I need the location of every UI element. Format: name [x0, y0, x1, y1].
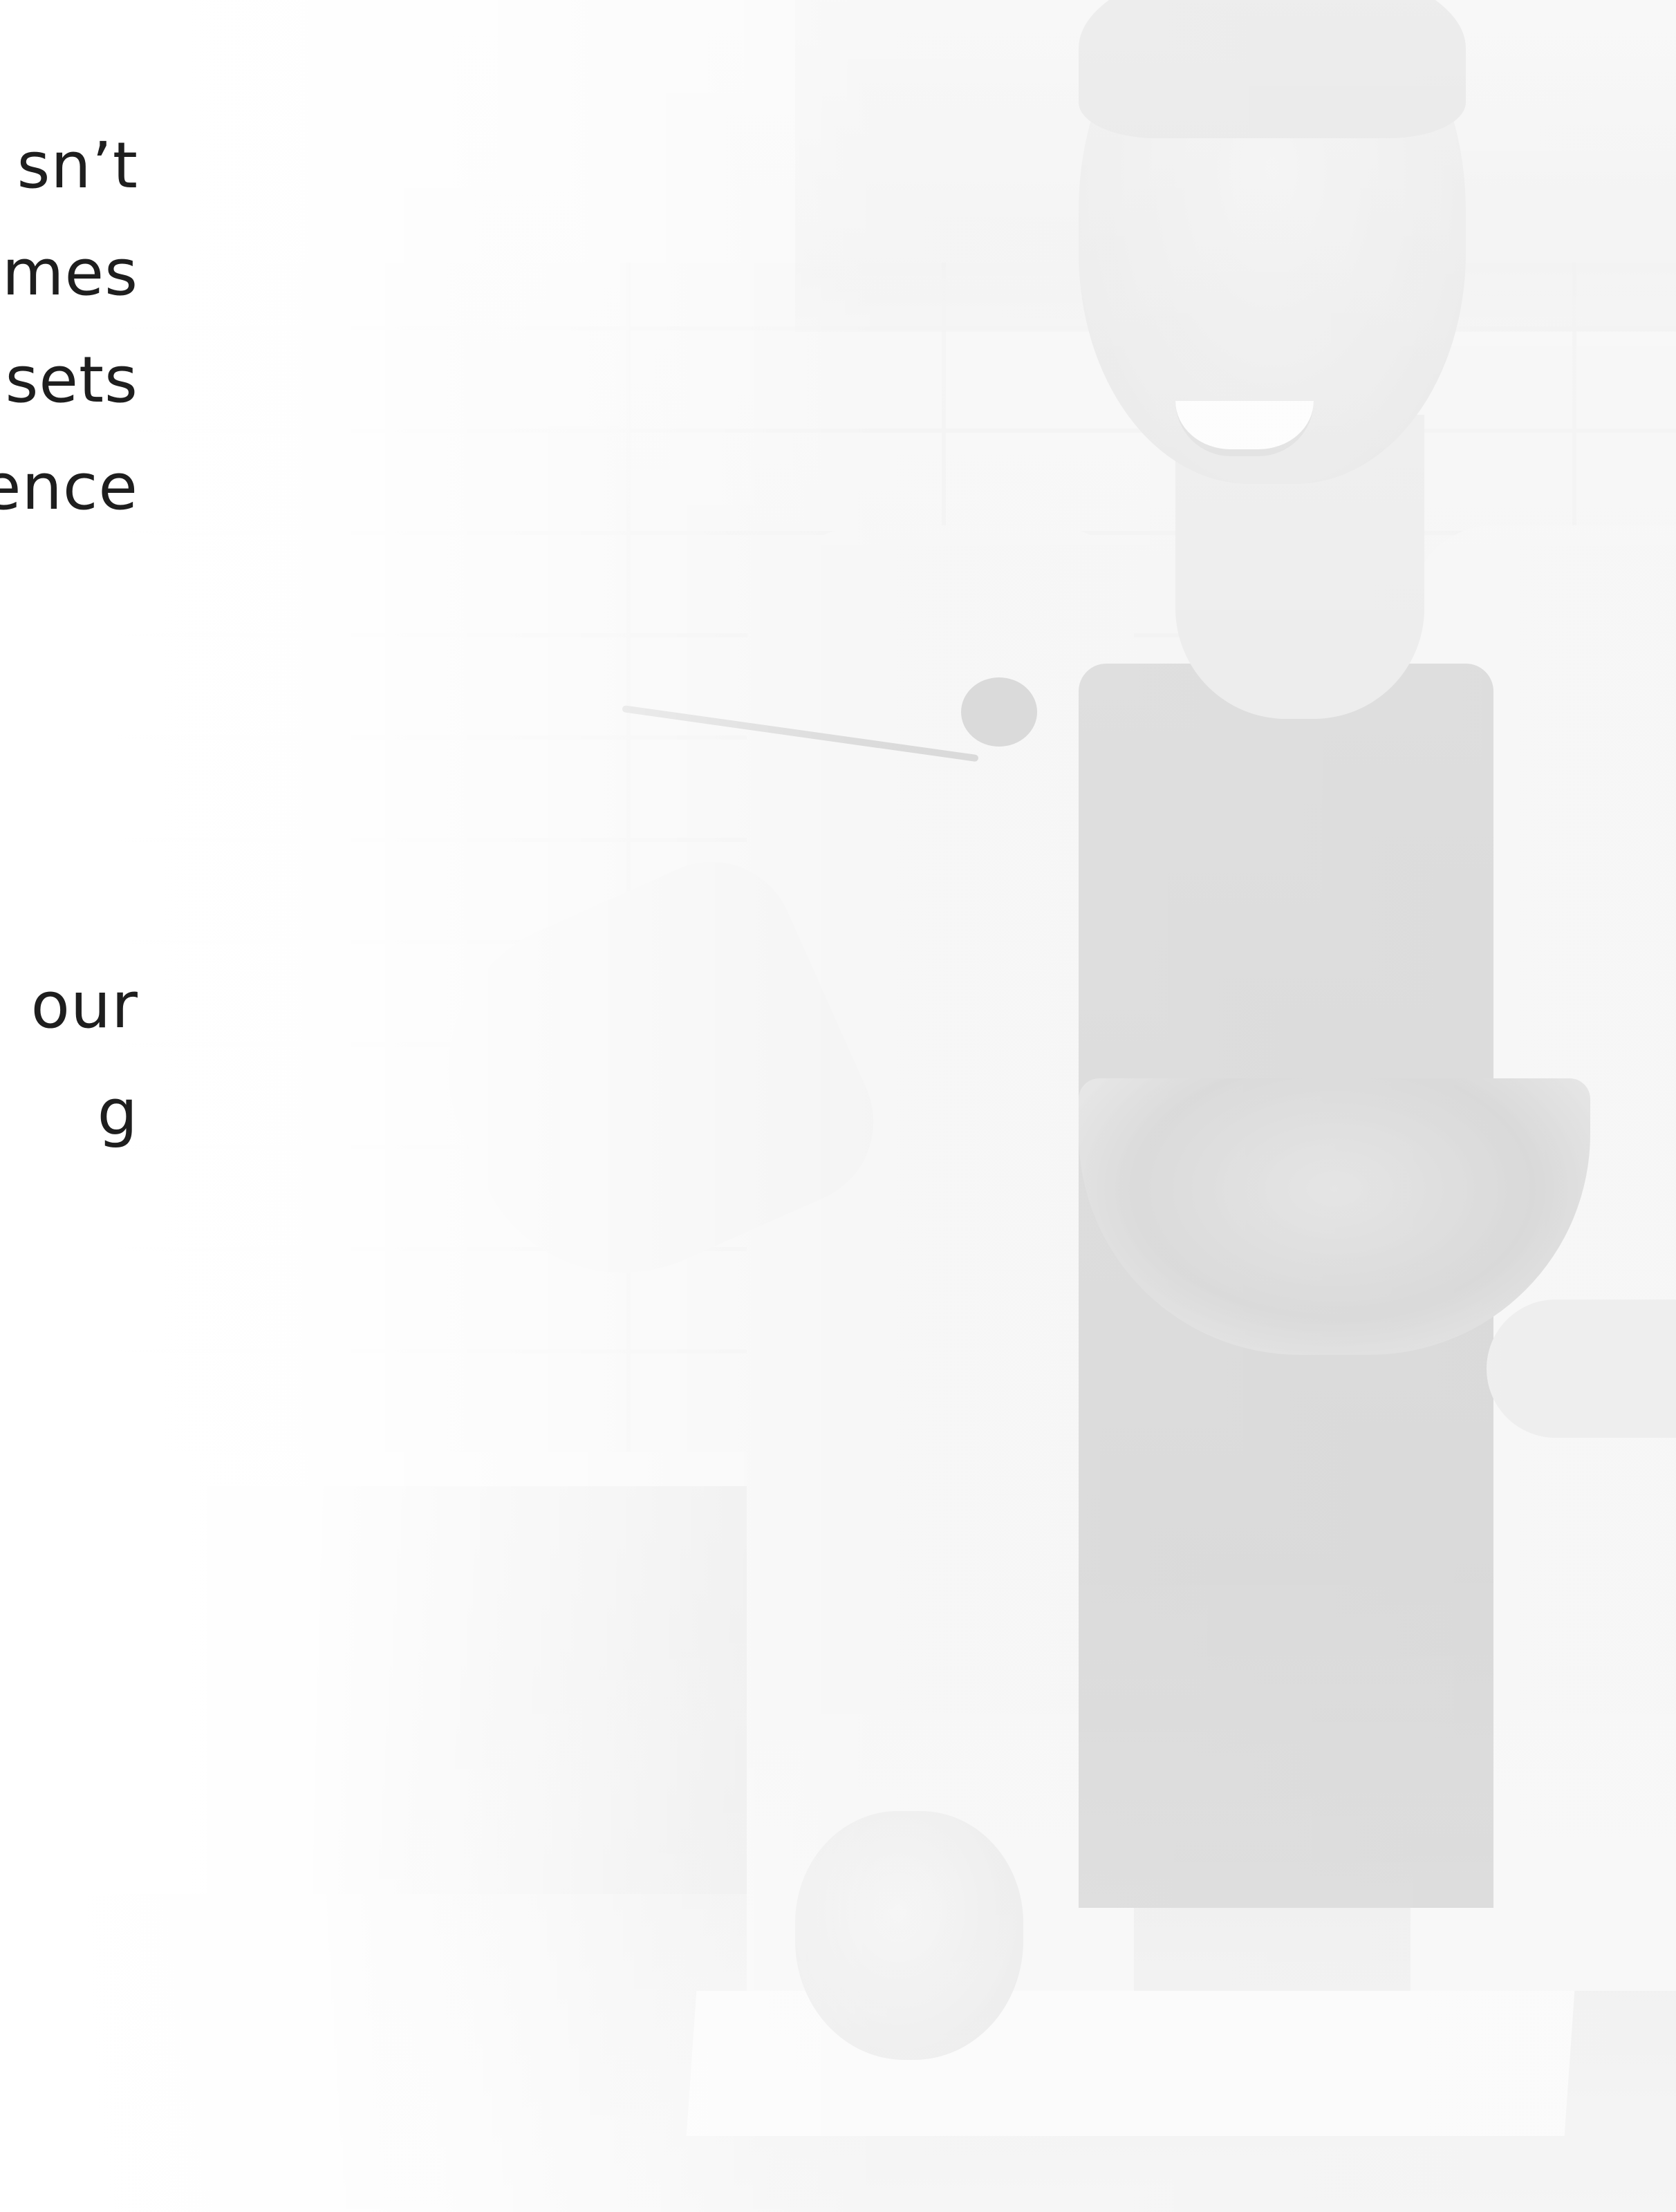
- text-line-7: our: [30, 968, 138, 1042]
- page: sn’t mes sets ence our g: [0, 0, 1676, 2212]
- text-line-1: sn’t: [17, 129, 138, 203]
- light-fade-overlay: [0, 0, 1676, 2212]
- text-line-2: mes: [1, 236, 138, 310]
- text-line-3: sets: [5, 343, 138, 417]
- kitchen-photo: [0, 0, 1676, 2212]
- text-line-4: ence: [0, 450, 138, 524]
- text-line-8: g: [97, 1076, 138, 1150]
- body-copy: sn’t mes sets ence our g: [0, 0, 142, 1244]
